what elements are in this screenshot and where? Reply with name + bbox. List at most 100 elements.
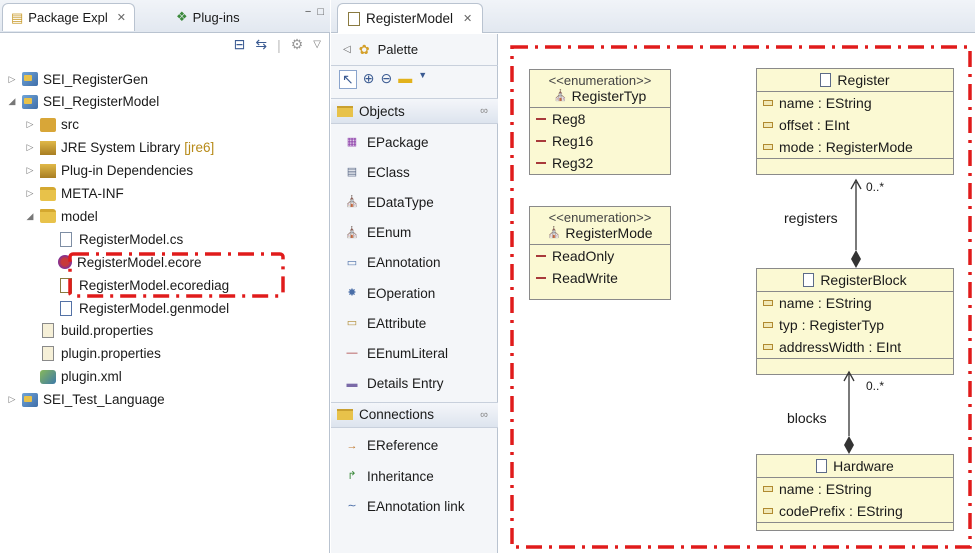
stereotype-label: <<enumeration>> [548,73,652,88]
class-attribute[interactable]: name : EString [757,478,953,500]
literal-icon [536,255,546,257]
enum-registertyp[interactable]: <<enumeration>> ⛪ RegisterTyp Reg8 Reg16… [529,69,671,175]
enum-icon: ⛪ [345,226,359,239]
palette-item[interactable]: → EReference [345,432,439,460]
enum-literal[interactable]: ReadOnly [530,245,670,267]
tree-item[interactable]: ▷ SEI_RegisterGen [6,68,149,90]
palette-item[interactable]: ▬ Details Entry [345,370,444,398]
zoom-in-icon[interactable]: ⊕ [363,70,375,89]
palette-header[interactable]: ◁ ✿ Palette [331,34,498,66]
tree-item[interactable]: ▷ src [24,114,79,136]
filter-icon[interactable]: ⚙ [291,36,304,53]
palette-item[interactable]: ⛪ EEnum [345,219,411,247]
literal-label: Reg16 [552,133,594,149]
class-attribute[interactable]: typ : RegisterTyp [757,314,953,336]
maximize-icon[interactable]: □ [317,6,324,18]
collapse-palette-icon[interactable]: ◁ [343,44,351,55]
tree-item[interactable]: RegisterModel.genmodel [42,297,229,319]
enum-literal[interactable]: Reg32 [530,152,670,174]
expand-toggle-icon[interactable]: ▷ [24,188,36,199]
palette-item-label: EDataType [367,194,434,210]
tree-item[interactable]: ◢ SEI_RegisterModel [6,91,160,113]
select-tool-icon[interactable]: ↖ [339,70,357,89]
tab-plugins[interactable]: ❖ Plug-ins [168,3,248,31]
class-name: RegisterBlock [761,272,949,288]
tree-item[interactable]: ◢ model [24,205,98,227]
class-attribute[interactable]: name : EString [757,92,953,114]
class-registerblock[interactable]: RegisterBlock name : EString typ : Regis… [756,268,954,375]
tree-item-label: RegisterModel.ecore [77,254,202,270]
class-hardware[interactable]: Hardware name : EString codePrefix : ESt… [756,454,954,531]
minimize-icon[interactable]: − [305,6,311,18]
tree-item[interactable]: plugin.xml [24,366,122,388]
enum-literal[interactable]: Reg8 [530,108,670,130]
palette-item[interactable]: ▭ EAnnotation [345,249,441,277]
operations-compartment [757,522,953,530]
expand-toggle-icon[interactable]: ▷ [6,74,18,85]
pin-icon[interactable]: ∞ [480,409,488,421]
palette-item[interactable]: ⛪ EDataType [345,188,434,216]
tree-item[interactable]: ▷ SEI_Test_Language [6,389,165,411]
enum-literal[interactable]: ReadWrite [530,267,670,289]
inheritance-icon: ↱ [347,470,357,482]
expand-toggle-icon[interactable]: ▷ [24,142,36,153]
palette-item[interactable]: ↱ Inheritance [345,462,433,490]
tree-item[interactable]: ▷ META-INF [24,183,124,205]
enum-name-label: RegisterTyp [571,88,647,104]
tree-item[interactable]: RegisterModel.ecorediag [42,274,229,296]
literal-label: Reg8 [552,111,586,127]
tree-item-label: src [61,117,79,133]
tree-item[interactable]: ▷ Plug-in Dependencies [24,160,194,182]
attribute-icon [763,344,773,350]
expand-toggle-icon[interactable]: ▷ [24,119,36,130]
class-attribute[interactable]: addressWidth : EInt [757,336,953,358]
dropdown-icon[interactable]: ▼ [418,70,427,89]
tree-item[interactable]: RegisterModel.ecore [42,251,202,273]
diagram-canvas[interactable]: <<enumeration>> ⛪ RegisterTyp Reg8 Reg16… [499,34,975,553]
tree-item[interactable]: ▷ JRE System Library [jre6] [24,137,215,159]
palette-item-label: EClass [367,164,410,180]
class-register[interactable]: Register name : EString offset : EInt mo… [756,68,954,175]
folder-icon [40,209,56,224]
enum-registermode[interactable]: <<enumeration>> ⛪ RegisterMode ReadOnly … [529,206,671,300]
enum-literal[interactable]: Reg16 [530,130,670,152]
zoom-out-icon[interactable]: ⊖ [380,70,392,89]
enum-name-label: RegisterMode [565,225,653,241]
expand-toggle-icon[interactable]: ▷ [24,165,36,176]
class-attribute[interactable]: mode : RegisterMode [757,136,953,158]
palette-item[interactable]: ▭ EAttribute [345,309,426,337]
class-name-label: Hardware [833,458,894,474]
expand-toggle-icon[interactable]: ◢ [24,211,36,222]
palette-drawer-objects[interactable]: Objects ∞ [331,98,498,124]
palette-drawer-connections[interactable]: Connections ∞ [331,401,498,428]
expand-toggle-icon[interactable]: ▷ [6,394,18,405]
palette-item[interactable]: ∼ EAnnotation link [345,492,464,520]
tab-package-explorer[interactable]: ▤ Package Expl ✕ [2,3,136,31]
close-icon[interactable]: ✕ [463,12,472,25]
tree-item-label: RegisterModel.genmodel [79,300,230,316]
tree-item[interactable]: build.properties [24,320,153,342]
close-icon[interactable]: ✕ [117,11,126,24]
tree-item[interactable]: plugin.properties [24,343,161,365]
tab-registermodel[interactable]: RegisterModel ✕ [337,3,484,33]
collapse-all-icon[interactable]: ⊟ [234,36,246,53]
tree-item[interactable]: RegisterModel.cs [42,228,183,250]
class-attribute[interactable]: offset : EInt [757,114,953,136]
link-with-editor-icon[interactable]: ⇆ [255,36,267,53]
library-icon [40,140,56,155]
expand-toggle-icon[interactable]: ◢ [6,96,18,107]
view-tabbar: ▤ Package Expl ✕ ❖ Plug-ins − □ [0,0,330,33]
palette-item[interactable]: ▤ EClass [345,158,410,186]
class-attribute[interactable]: codePrefix : EString [757,500,953,522]
pin-icon[interactable]: ∞ [480,105,488,117]
palette-item[interactable]: ▦ EPackage [345,128,429,156]
class-attribute[interactable]: name : EString [757,292,953,314]
note-tool-icon[interactable]: ▬ [398,70,412,89]
palette-item-label: EReference [367,438,439,454]
window-buttons: − □ [305,6,324,18]
eclass-icon [803,273,815,287]
palette-item[interactable]: ✸ EOperation [345,279,435,307]
palette-item[interactable]: — EEnumLiteral [345,339,449,367]
view-menu-icon[interactable]: ▽ [313,39,321,50]
tree-item-label: SEI_Test_Language [43,392,165,408]
